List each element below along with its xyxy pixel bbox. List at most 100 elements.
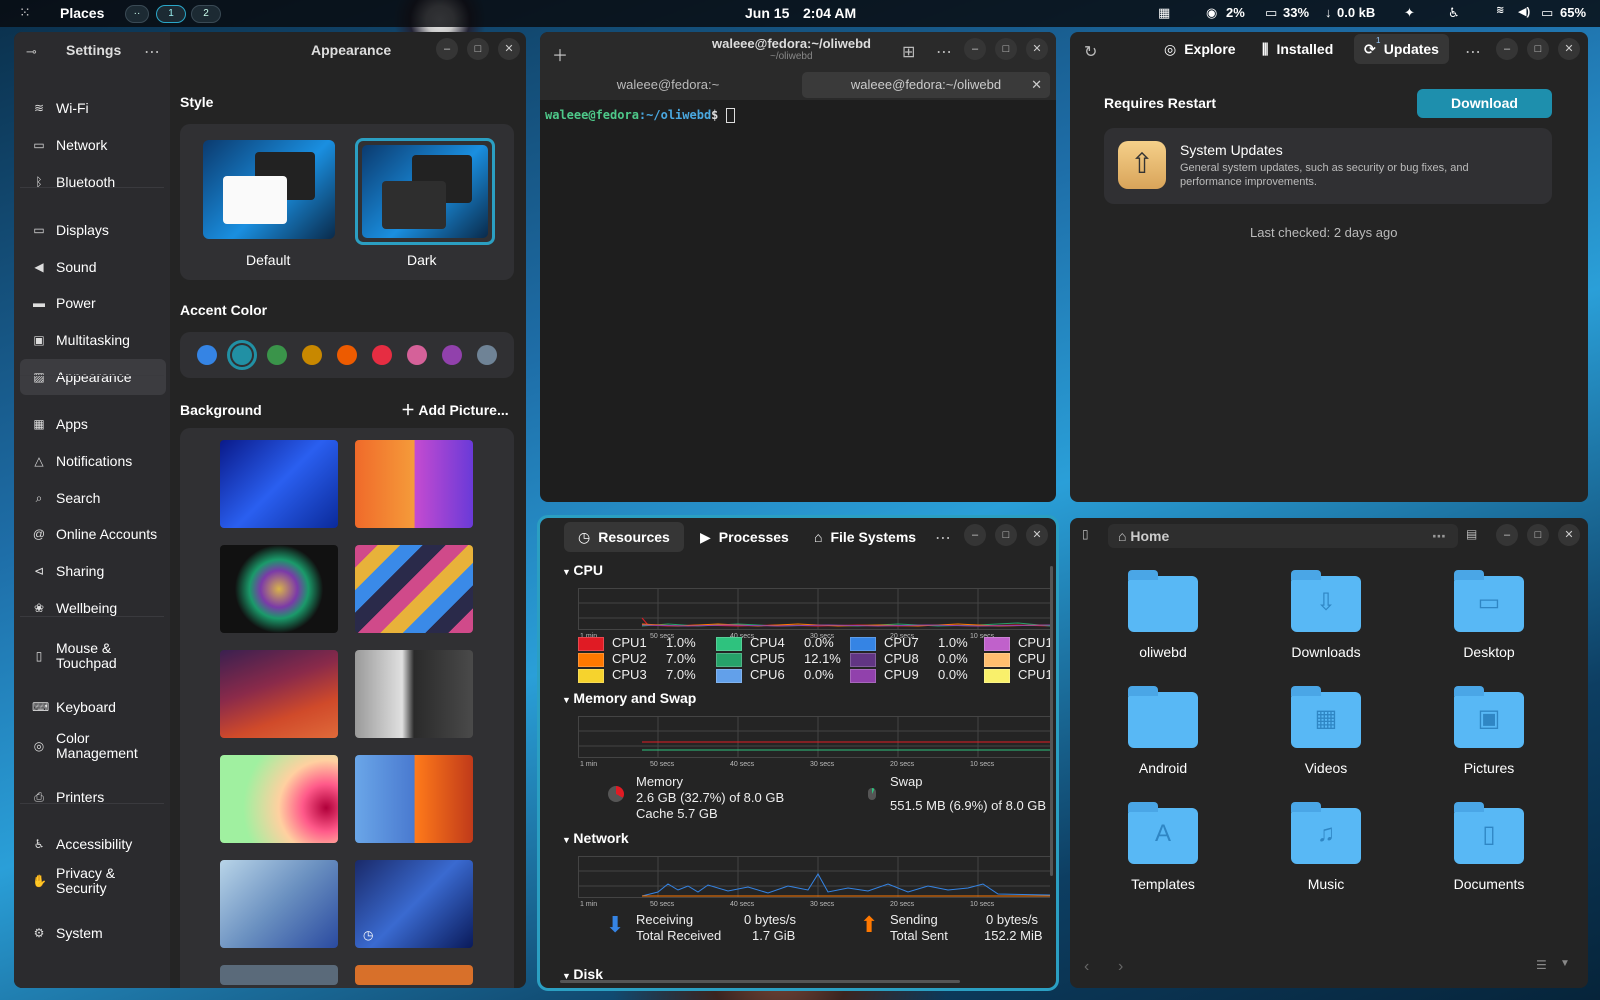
sidebar-item-power[interactable]: ▬ Power bbox=[20, 285, 166, 321]
style-default-preview[interactable] bbox=[203, 140, 335, 239]
background-thumbnail[interactable] bbox=[220, 755, 338, 843]
sidebar-item-network[interactable]: ▭ Network bbox=[20, 127, 166, 163]
maximize-button[interactable]: □ bbox=[467, 38, 489, 60]
software-menu-icon[interactable]: ⋯ bbox=[1465, 42, 1481, 62]
accent-swatch[interactable] bbox=[302, 345, 322, 365]
close-button[interactable]: ✕ bbox=[1558, 38, 1580, 60]
tab-oliwebd[interactable]: waleee@fedora:~/oliwebd ✕ bbox=[802, 72, 1050, 98]
tab-updates[interactable]: ⟳ Updates bbox=[1354, 34, 1449, 64]
close-button[interactable]: ✕ bbox=[1558, 524, 1580, 546]
minimize-button[interactable]: – bbox=[964, 524, 986, 546]
sidebar-item-mouse[interactable]: ▯ Mouse & Touchpad bbox=[20, 638, 166, 674]
tab-explore[interactable]: ◎ Explore bbox=[1164, 34, 1236, 64]
background-thumbnail[interactable] bbox=[220, 860, 338, 948]
accent-swatch[interactable] bbox=[372, 345, 392, 365]
cpu-legend-item[interactable]: CPU2 7.0% bbox=[578, 651, 696, 667]
terminal-prompt[interactable]: waleee@fedora:~/oliwebd$ bbox=[545, 108, 735, 123]
list-view-icon[interactable]: ☰ bbox=[1536, 958, 1547, 972]
maximize-button[interactable]: □ bbox=[995, 38, 1017, 60]
close-tab-icon[interactable]: ✕ bbox=[1031, 72, 1042, 98]
cpu-legend-item[interactable]: CPU1 bbox=[984, 635, 1050, 651]
cpu-color-swatch[interactable] bbox=[984, 636, 1010, 651]
add-picture-button[interactable]: ＋ Add Picture... bbox=[401, 400, 509, 420]
cpu-color-swatch[interactable] bbox=[716, 668, 742, 683]
cpu-color-swatch[interactable] bbox=[578, 652, 604, 667]
cpu-color-swatch[interactable] bbox=[716, 652, 742, 667]
background-thumbnail[interactable] bbox=[220, 650, 338, 738]
cpu-color-swatch[interactable] bbox=[578, 636, 604, 651]
maximize-button[interactable]: □ bbox=[1527, 524, 1549, 546]
minimize-button[interactable]: – bbox=[964, 38, 986, 60]
cpu-legend-item[interactable]: CPU1 1.0% bbox=[578, 635, 696, 651]
background-thumbnail[interactable] bbox=[355, 545, 473, 633]
battery-level[interactable]: 65% bbox=[1560, 5, 1586, 20]
cpu-legend-item[interactable]: CPU9 0.0% bbox=[850, 667, 968, 683]
cpu-legend-item[interactable]: CPU7 1.0% bbox=[850, 635, 968, 651]
sidebar-item-color[interactable]: ◎ Color Management bbox=[20, 728, 166, 764]
cpu-heading[interactable]: ▼ CPU bbox=[562, 562, 603, 578]
window-layout-icon[interactable]: ▦ bbox=[1158, 5, 1170, 21]
minimize-button[interactable]: – bbox=[1496, 38, 1518, 60]
refresh-icon[interactable]: ↻ bbox=[1084, 42, 1097, 62]
location-bar[interactable]: ⌂ Home ⋯ bbox=[1108, 524, 1458, 548]
sidebar-menu-icon[interactable]: ⋯ bbox=[144, 42, 160, 62]
accent-swatch[interactable] bbox=[267, 345, 287, 365]
sort-dropdown-icon[interactable]: ▼ bbox=[1560, 958, 1570, 969]
cpu-color-swatch[interactable] bbox=[984, 652, 1010, 667]
sidebar-item-search[interactable]: ⌕ Search bbox=[20, 480, 166, 516]
sidebar-item-bluetooth[interactable]: ᛒ Bluetooth bbox=[20, 164, 166, 200]
cpu-legend-item[interactable]: CPU3 7.0% bbox=[578, 667, 696, 683]
horizontal-scrollbar[interactable] bbox=[560, 980, 960, 983]
view-options-icon[interactable]: ▤ bbox=[1466, 527, 1477, 541]
wifi-status-icon[interactable]: ≋ bbox=[1496, 5, 1504, 16]
location-menu-icon[interactable]: ⋯ bbox=[1432, 524, 1446, 548]
accent-swatch[interactable] bbox=[337, 345, 357, 365]
sidebar-item-keyboard[interactable]: ⌨ Keyboard bbox=[20, 689, 166, 725]
background-thumbnail[interactable] bbox=[355, 440, 473, 528]
tab-overview-icon[interactable]: ⊞ bbox=[902, 42, 915, 62]
tab-file-systems[interactable]: ⌂ File Systems bbox=[814, 522, 916, 552]
places-menu[interactable]: Places bbox=[60, 5, 104, 21]
close-button[interactable]: ✕ bbox=[1026, 38, 1048, 60]
folder-oliwebd[interactable]: oliwebd bbox=[1123, 570, 1203, 660]
cpu-legend-item[interactable]: CPU1 bbox=[984, 667, 1050, 683]
workspace-2-button[interactable]: 2 bbox=[191, 5, 221, 23]
cpu-usage[interactable]: 2% bbox=[1226, 5, 1245, 20]
new-tab-icon[interactable]: ＋ bbox=[552, 42, 568, 66]
background-thumbnail[interactable] bbox=[355, 755, 473, 843]
sidebar-item-online-accounts[interactable]: @ Online Accounts bbox=[20, 516, 166, 552]
download-button[interactable]: Download bbox=[1417, 89, 1552, 118]
network-heading[interactable]: ▼ Network bbox=[562, 830, 629, 846]
forward-arrow-icon[interactable]: › bbox=[1118, 958, 1123, 976]
accent-swatch[interactable] bbox=[197, 345, 217, 365]
sidebar-item-wellbeing[interactable]: ❀ Wellbeing bbox=[20, 590, 166, 626]
accent-swatch[interactable] bbox=[407, 345, 427, 365]
cpu-color-swatch[interactable] bbox=[850, 636, 876, 651]
workspace-overview-button[interactable]: ·· bbox=[125, 5, 149, 23]
background-thumbnail[interactable]: ◷ bbox=[355, 860, 473, 948]
folder-desktop[interactable]: ▭ Desktop bbox=[1449, 570, 1529, 660]
folder-android[interactable]: Android bbox=[1123, 686, 1203, 776]
cpu-legend-item[interactable]: CPU bbox=[984, 651, 1050, 667]
folder-documents[interactable]: ▯ Documents bbox=[1449, 802, 1529, 892]
cpu-legend-item[interactable]: CPU6 0.0% bbox=[716, 667, 834, 683]
sidebar-item-system[interactable]: ⚙ System bbox=[20, 915, 166, 951]
sidebar-item-displays[interactable]: ▭ Displays bbox=[20, 212, 166, 248]
search-toggle-icon[interactable]: ⊸ bbox=[26, 44, 37, 60]
accessibility-status-icon[interactable]: ♿ bbox=[1448, 5, 1460, 21]
cpu-color-swatch[interactable] bbox=[578, 668, 604, 683]
memory-heading[interactable]: ▼ Memory and Swap bbox=[562, 690, 696, 706]
workspace-1-button[interactable]: 1 bbox=[156, 5, 186, 23]
maximize-button[interactable]: □ bbox=[995, 524, 1017, 546]
sidebar-item-multitasking[interactable]: ▣ Multitasking bbox=[20, 322, 166, 358]
folder-templates[interactable]: A Templates bbox=[1123, 802, 1203, 892]
accent-swatch[interactable] bbox=[477, 345, 497, 365]
cpu-color-swatch[interactable] bbox=[716, 636, 742, 651]
net-usage[interactable]: 0.0 kB bbox=[1337, 5, 1375, 20]
volume-icon[interactable]: ◀) bbox=[1518, 5, 1530, 18]
sidebar-item-privacy[interactable]: ✋ Privacy & Security bbox=[20, 863, 166, 899]
terminal-menu-icon[interactable]: ⋯ bbox=[936, 42, 952, 62]
sidebar-item-sound[interactable]: ◀ Sound bbox=[20, 249, 166, 285]
sidebar-item-sharing[interactable]: ⊲ Sharing bbox=[20, 553, 166, 589]
tab-resources[interactable]: ◷ Resources bbox=[564, 522, 684, 552]
